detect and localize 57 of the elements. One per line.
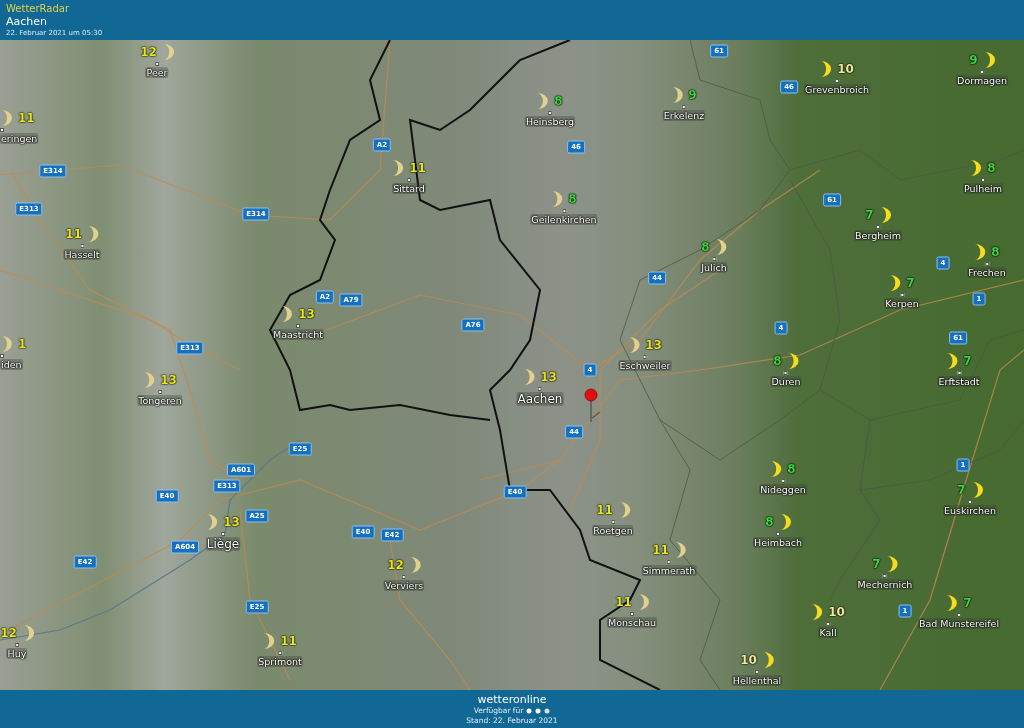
city-name[interactable]: Aachen (516, 392, 564, 406)
temperature: 10 (739, 653, 758, 667)
crescent-moon-icon (391, 159, 405, 177)
temperature: 8 (567, 192, 578, 206)
crescent-moon-icon (945, 594, 959, 612)
temperature: 8 (986, 161, 997, 175)
temperature: 8 (764, 515, 775, 529)
crescent-moon-icon (0, 109, 13, 127)
temperature: 13 (159, 373, 178, 387)
crescent-moon-icon (550, 190, 564, 208)
crescent-moon-icon (280, 305, 294, 323)
crescent-moon-icon (888, 274, 902, 292)
temperature: 8 (553, 94, 564, 108)
app-title: WetterRadar (6, 2, 70, 15)
temperature: 10 (836, 62, 855, 76)
platform-icons (526, 707, 551, 714)
temperature: 12 (0, 626, 18, 640)
crescent-moon-icon (536, 92, 550, 110)
crescent-moon-icon (86, 225, 100, 243)
temperature: 11 (17, 111, 36, 125)
crescent-moon-icon (769, 460, 783, 478)
temperature: 11 (651, 543, 670, 557)
crescent-moon-icon (786, 352, 800, 370)
brand-logo[interactable]: wetteronline (477, 692, 547, 706)
temperature: 7 (905, 276, 916, 290)
temperature: 7 (871, 557, 882, 571)
temperature: 7 (864, 208, 875, 222)
temperature: 7 (962, 596, 973, 610)
temperature: 11 (64, 227, 83, 241)
crescent-moon-icon (810, 603, 824, 621)
crescent-moon-icon (969, 159, 983, 177)
temperature: 11 (595, 503, 614, 517)
temperature: 9 (968, 53, 979, 67)
city-name[interactable]: Liège (205, 537, 241, 551)
temperature: 13 (539, 370, 558, 384)
temperature: 7 (962, 354, 973, 368)
temperature: 8 (990, 245, 1001, 259)
temperature: 1 (17, 337, 28, 351)
temperature: 9 (687, 88, 698, 102)
crescent-moon-icon (142, 371, 156, 389)
crescent-moon-icon (205, 513, 219, 531)
temperature: 13 (644, 338, 663, 352)
temperature: 12 (386, 558, 405, 572)
temperature: 12 (139, 45, 158, 59)
temperature: 10 (827, 605, 846, 619)
crescent-moon-icon (973, 243, 987, 261)
temperature: 8 (786, 462, 797, 476)
crescent-moon-icon (945, 352, 959, 370)
crescent-moon-icon (714, 238, 728, 256)
crescent-moon-icon (0, 335, 13, 353)
temperature: 11 (279, 634, 298, 648)
temperature: 13 (297, 307, 316, 321)
crescent-moon-icon (262, 632, 276, 650)
crescent-moon-icon (819, 60, 833, 78)
temperature: 13 (222, 515, 241, 529)
temperature: 8 (700, 240, 711, 254)
location-name: Aachen (6, 14, 49, 28)
